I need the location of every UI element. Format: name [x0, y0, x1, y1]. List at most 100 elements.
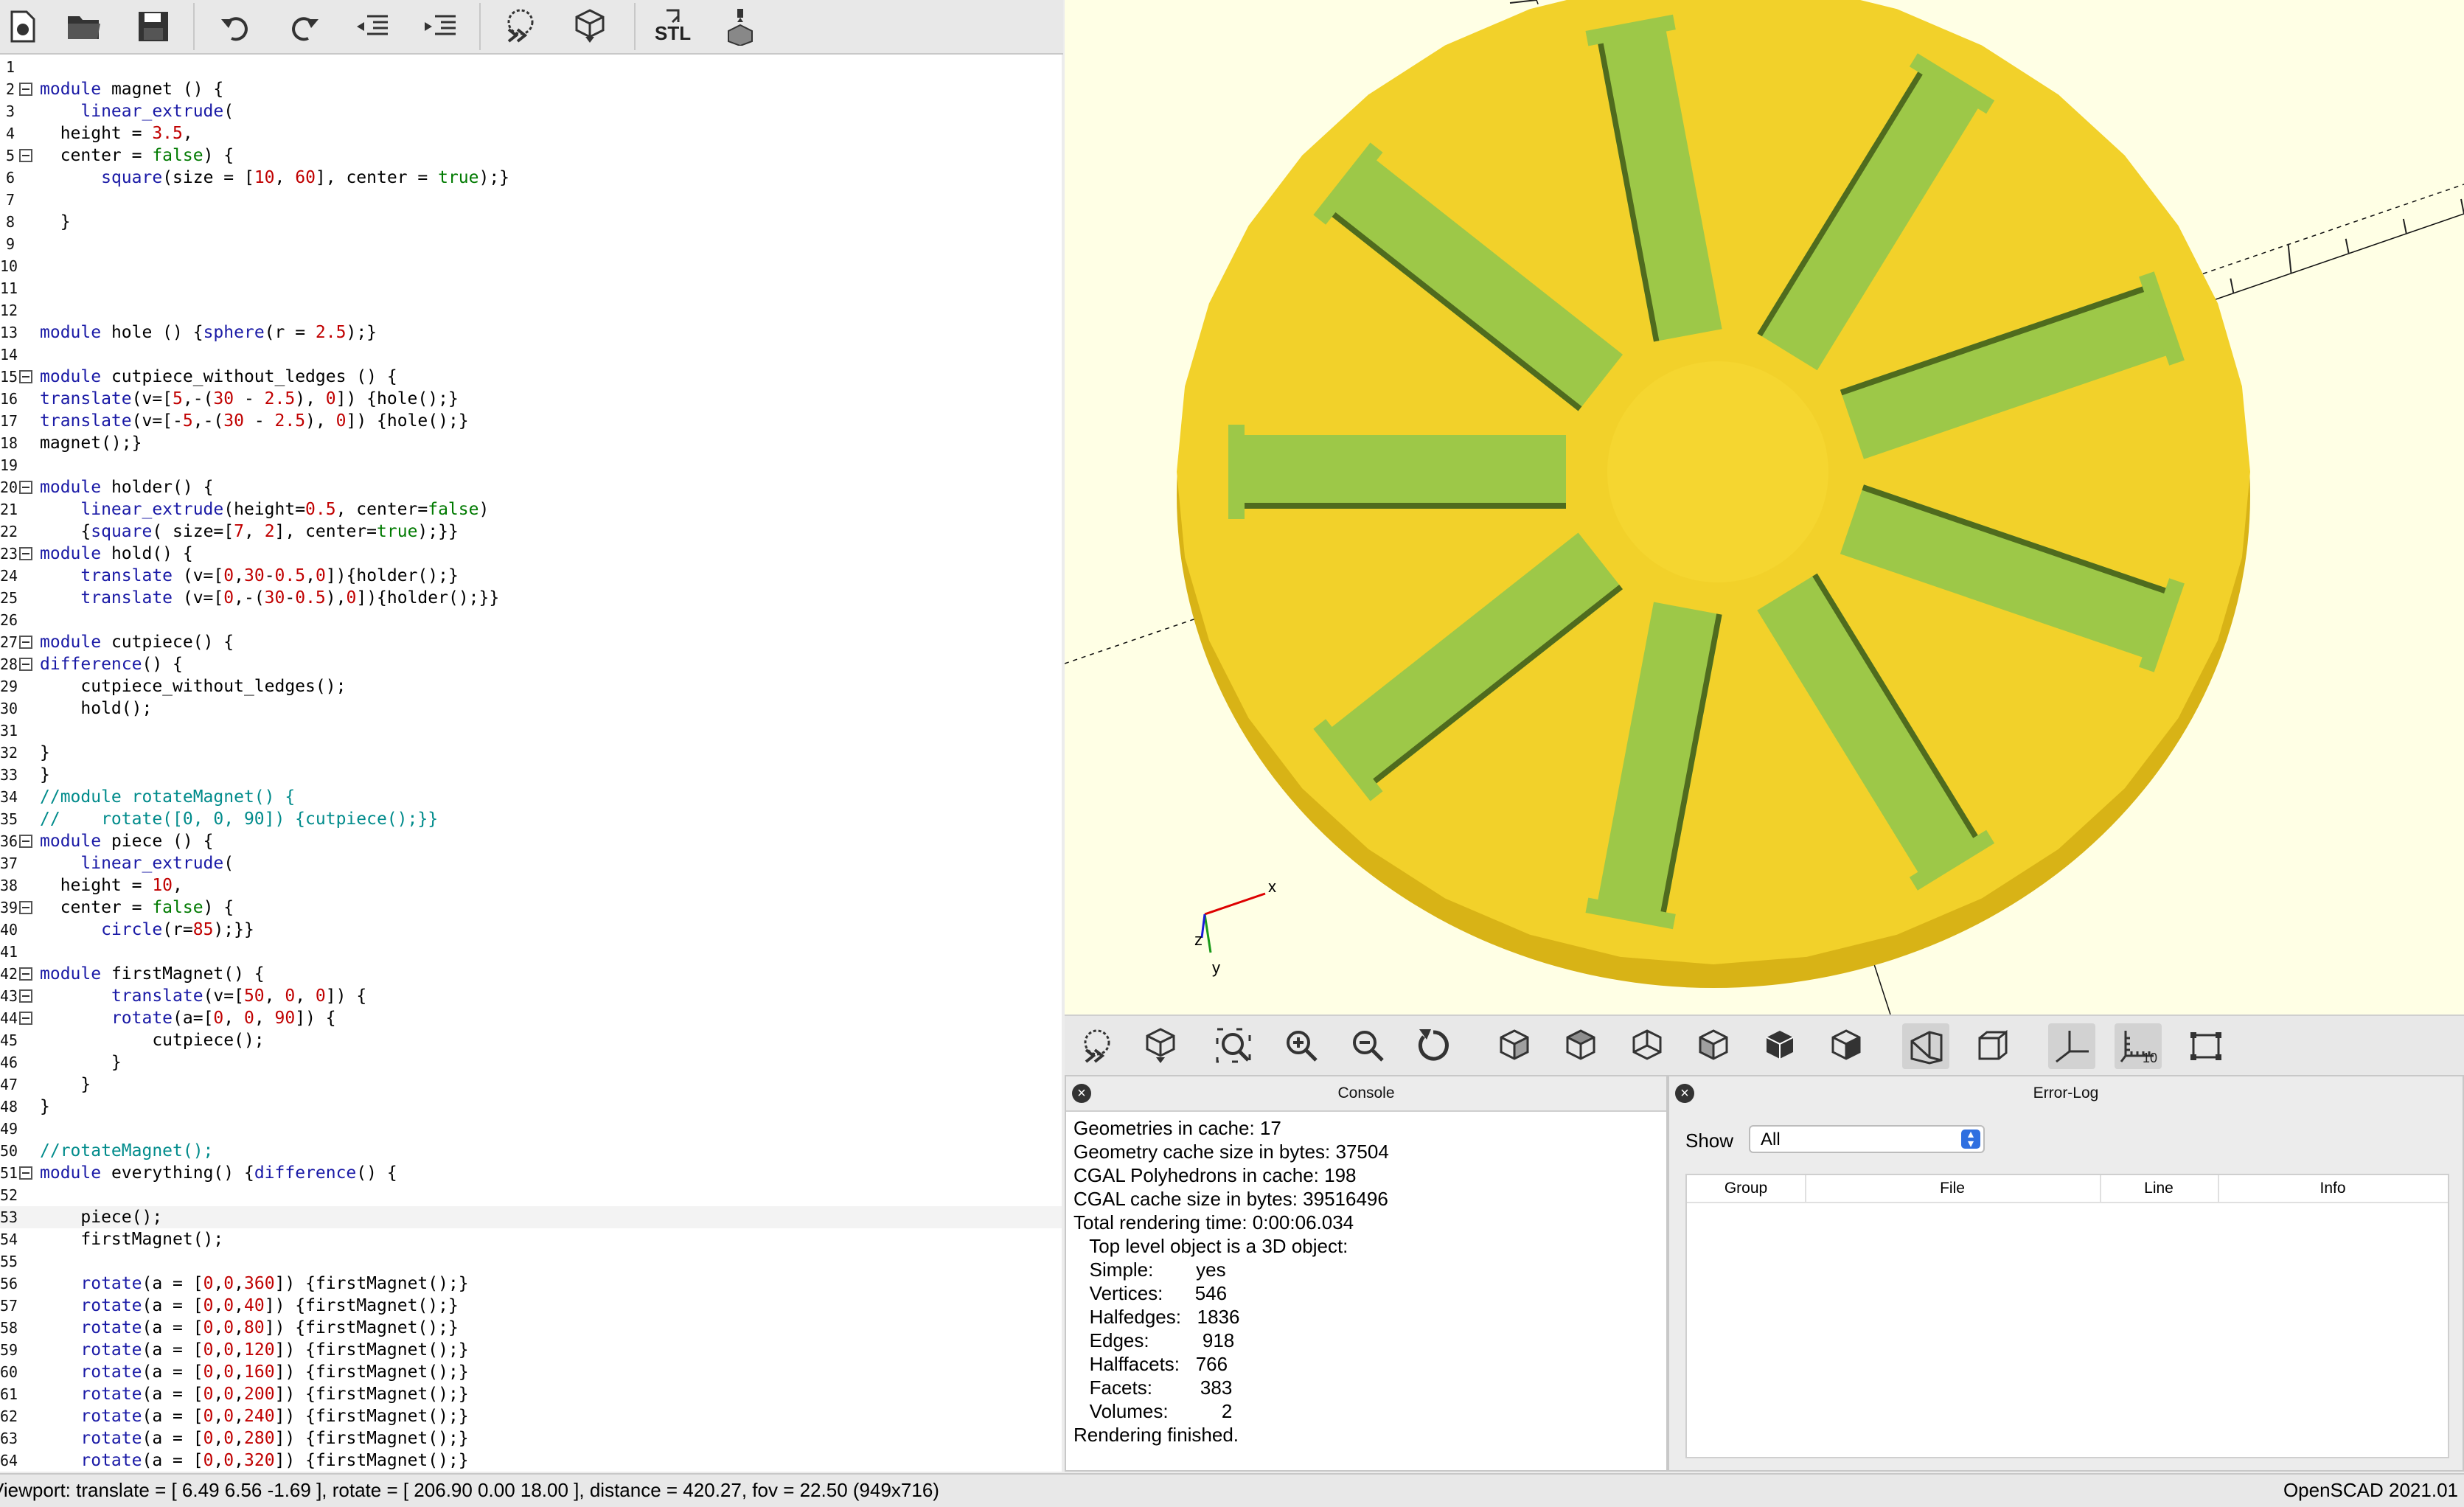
code-line[interactable]: 49: [0, 1118, 1062, 1140]
code-line[interactable]: 4 height = 3.5,: [0, 122, 1062, 145]
send-to-3d-print-button[interactable]: [718, 4, 762, 49]
code-line[interactable]: 28 difference() {: [0, 653, 1062, 675]
code-line[interactable]: 57 rotate(a = [0,0,40]) {firstMagnet();}: [0, 1295, 1062, 1317]
code-line[interactable]: 16 translate(v=[5,-(30 - 2.5), 0]) {hole(…: [0, 388, 1062, 410]
perspective-button[interactable]: [1902, 1023, 1949, 1069]
reset-view-button[interactable]: [1410, 1023, 1457, 1069]
preview-button[interactable]: [498, 4, 543, 49]
code-line[interactable]: 47 }: [0, 1073, 1062, 1096]
column-header[interactable]: Group: [1687, 1175, 1806, 1202]
code-line[interactable]: 48}: [0, 1096, 1062, 1118]
code-line[interactable]: 36 module piece () {: [0, 830, 1062, 852]
code-line[interactable]: 29 cutpiece_without_ledges();: [0, 675, 1062, 697]
code-line[interactable]: 60 rotate(a = [0,0,160]) {firstMagnet();…: [0, 1361, 1062, 1383]
code-line[interactable]: 37 linear_extrude(: [0, 852, 1062, 874]
code-line[interactable]: 40 circle(r=85);}}: [0, 919, 1062, 941]
code-line[interactable]: 63 rotate(a = [0,0,280]) {firstMagnet();…: [0, 1427, 1062, 1449]
fold-toggle-icon[interactable]: [19, 636, 32, 649]
fold-toggle-icon[interactable]: [19, 547, 32, 560]
code-line[interactable]: 42 module firstMagnet() {: [0, 963, 1062, 985]
fold-toggle-icon[interactable]: [19, 149, 32, 162]
code-line[interactable]: 38 height = 10,: [0, 874, 1062, 897]
save-file-button[interactable]: [131, 4, 175, 49]
view-back-button[interactable]: [1823, 1023, 1870, 1069]
code-line[interactable]: 25 translate (v=[0,-(30-0.5),0]){holder(…: [0, 587, 1062, 609]
new-file-button[interactable]: [0, 4, 44, 49]
column-header[interactable]: Line: [2100, 1175, 2219, 1202]
fold-toggle-icon[interactable]: [19, 658, 32, 671]
render-button[interactable]: [568, 4, 612, 49]
code-line[interactable]: 59 rotate(a = [0,0,120]) {firstMagnet();…: [0, 1339, 1062, 1361]
code-line[interactable]: 8 }: [0, 211, 1062, 233]
code-line[interactable]: 44 rotate(a=[0, 0, 90]) {: [0, 1007, 1062, 1029]
code-line[interactable]: 12: [0, 299, 1062, 321]
fold-toggle-icon[interactable]: [19, 481, 32, 494]
code-line[interactable]: 17 translate(v=[-5,-(30 - 2.5), 0]) {hole…: [0, 410, 1062, 432]
code-line[interactable]: 54 firstMagnet();: [0, 1228, 1062, 1250]
code-line[interactable]: 41: [0, 941, 1062, 963]
view-right-button[interactable]: [1491, 1023, 1538, 1069]
code-line[interactable]: 39 center = false) {: [0, 897, 1062, 919]
fold-toggle-icon[interactable]: [19, 901, 32, 914]
code-line[interactable]: 11: [0, 277, 1062, 299]
code-line[interactable]: 19: [0, 454, 1062, 476]
code-line[interactable]: 50 //rotateMagnet();: [0, 1140, 1062, 1162]
code-line[interactable]: 64 rotate(a = [0,0,320]) {firstMagnet();…: [0, 1449, 1062, 1472]
code-line[interactable]: 20 module holder() {: [0, 476, 1062, 498]
fold-toggle-icon[interactable]: [19, 83, 32, 96]
column-header[interactable]: Info: [2218, 1175, 2448, 1202]
zoom-in-button[interactable]: [1277, 1023, 1324, 1069]
show-filter-select[interactable]: All ▴ ▾: [1749, 1125, 1985, 1153]
code-line[interactable]: 10: [0, 255, 1062, 277]
code-line[interactable]: 26: [0, 609, 1062, 631]
render-button[interactable]: [1137, 1023, 1184, 1069]
close-error-log-icon[interactable]: ×: [1675, 1084, 1694, 1103]
code-line[interactable]: 3 linear_extrude(: [0, 100, 1062, 122]
code-line[interactable]: 62 rotate(a = [0,0,240]) {firstMagnet();…: [0, 1405, 1062, 1427]
undo-button[interactable]: [214, 4, 258, 49]
preview-button[interactable]: [1073, 1023, 1121, 1069]
code-line[interactable]: 43 translate(v=[50, 0, 0]) {: [0, 985, 1062, 1007]
code-line[interactable]: 35 // rotate([0, 0, 90]) {cutpiece();}}: [0, 808, 1062, 830]
view-left-button[interactable]: [1690, 1023, 1737, 1069]
code-editor[interactable]: 1 2 module magnet () {3 linear_extrude(4 h…: [0, 55, 1062, 1472]
code-line[interactable]: 31: [0, 720, 1062, 742]
code-line[interactable]: 13 module hole () {sphere(r = 2.5);}: [0, 321, 1062, 344]
code-line[interactable]: 23 module hold() {: [0, 543, 1062, 565]
close-console-icon[interactable]: ×: [1072, 1084, 1091, 1103]
open-file-button[interactable]: [62, 4, 106, 49]
view-top-button[interactable]: [1557, 1023, 1604, 1069]
code-line[interactable]: 18 magnet();}: [0, 432, 1062, 454]
fold-toggle-icon[interactable]: [19, 989, 32, 1003]
code-line[interactable]: 30 hold();: [0, 697, 1062, 720]
code-line[interactable]: 14: [0, 344, 1062, 366]
view-all-button[interactable]: [1211, 1023, 1258, 1069]
code-line[interactable]: 53 piece();: [0, 1206, 1062, 1228]
code-line[interactable]: 56 rotate(a = [0,0,360]) {firstMagnet();…: [0, 1273, 1062, 1295]
export-stl-button[interactable]: STL: [650, 4, 695, 49]
orthogonal-button[interactable]: [1969, 1023, 2016, 1069]
error-log-table[interactable]: Group File Line Info: [1685, 1174, 2449, 1458]
code-line[interactable]: 24 translate (v=[0,30-0.5,0]){holder();}: [0, 565, 1062, 587]
fold-toggle-icon[interactable]: [19, 967, 32, 981]
code-line[interactable]: 21 linear_extrude(height=0.5, center=fal…: [0, 498, 1062, 521]
code-line[interactable]: 9: [0, 233, 1062, 255]
fold-toggle-icon[interactable]: [19, 1012, 32, 1025]
code-line[interactable]: 7: [0, 189, 1062, 211]
fold-toggle-icon[interactable]: [19, 1166, 32, 1180]
code-line[interactable]: 6 square(size = [10, 60], center = true)…: [0, 167, 1062, 189]
code-line[interactable]: 55: [0, 1250, 1062, 1273]
fold-toggle-icon[interactable]: [19, 370, 32, 383]
code-line[interactable]: 58 rotate(a = [0,0,80]) {firstMagnet();}: [0, 1317, 1062, 1339]
code-line[interactable]: 22 {square( size=[7, 2], center=true);}}: [0, 521, 1062, 543]
indent-button[interactable]: [417, 4, 462, 49]
code-line[interactable]: 1: [0, 56, 1062, 78]
code-line[interactable]: 15 module cutpiece_without_ledges () {: [0, 366, 1062, 388]
code-line[interactable]: 61 rotate(a = [0,0,200]) {firstMagnet();…: [0, 1383, 1062, 1405]
code-line[interactable]: 32}: [0, 742, 1062, 764]
code-line[interactable]: 5 center = false) {: [0, 145, 1062, 167]
code-line[interactable]: 34 //module rotateMagnet() {: [0, 786, 1062, 808]
3d-viewport[interactable]: x y z: [1065, 0, 2464, 1014]
view-bottom-button[interactable]: [1623, 1023, 1671, 1069]
show-scale-markers-button[interactable]: 10: [2115, 1023, 2162, 1069]
